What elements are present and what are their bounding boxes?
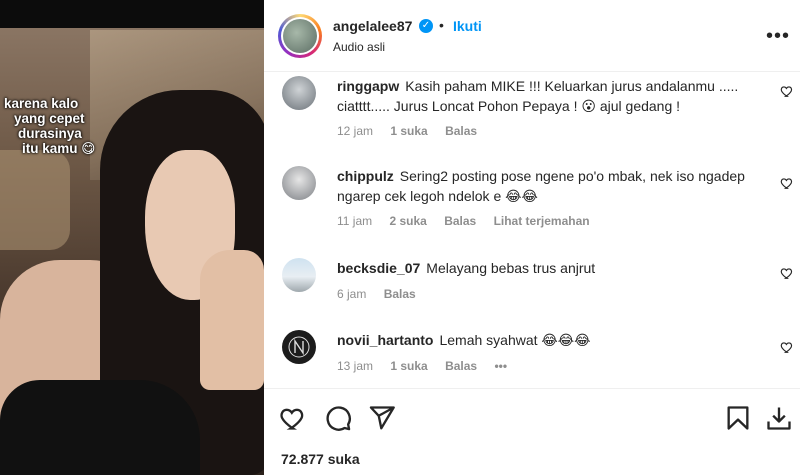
comment-meta: 6 jam Balas: [337, 287, 430, 301]
comment-avatar[interactable]: [282, 258, 316, 292]
post-media[interactable]: karena kalo yang cepet durasinya itu kam…: [0, 0, 264, 475]
media-caption-line: itu kamu 😋: [22, 141, 96, 156]
comment-bubble-icon[interactable]: [324, 404, 352, 432]
comment-likes[interactable]: 1 suka: [390, 124, 427, 138]
comment-username[interactable]: novii_hartanto: [337, 332, 433, 348]
media-top-bar: [0, 0, 264, 28]
media-hand: [200, 250, 264, 390]
monogram-logo-icon: [288, 336, 310, 358]
comment-time[interactable]: 6 jam: [337, 287, 366, 301]
verified-badge-icon: ✓: [419, 19, 433, 33]
comment-text: Melayang bebas trus anjrut: [426, 260, 596, 276]
avatar-image: [283, 19, 317, 53]
save-bookmark-icon[interactable]: [724, 404, 752, 432]
more-options-icon[interactable]: •••: [766, 26, 790, 46]
comment-username[interactable]: becksdie_07: [337, 260, 420, 276]
media-caption-line: yang cepet: [14, 111, 85, 126]
separator-dot: •: [439, 17, 444, 33]
reply-button[interactable]: Balas: [445, 124, 477, 138]
likes-count[interactable]: 72.877 suka: [281, 451, 360, 467]
comment-meta: 11 jam 2 suka Balas Lihat terjemahan: [337, 214, 604, 228]
post-header: angelalee87 ✓ • Ikuti Audio asli •••: [264, 0, 800, 72]
see-translation-button[interactable]: Lihat terjemahan: [494, 214, 590, 228]
comment-time[interactable]: 13 jam: [337, 359, 373, 373]
media-caption-line: karena kalo: [4, 96, 79, 111]
follow-button[interactable]: Ikuti: [453, 18, 482, 34]
comment-username[interactable]: chippulz: [337, 168, 394, 184]
post-actions-bar: 72.877 suka: [264, 388, 800, 475]
comment-likes[interactable]: 2 suka: [389, 214, 426, 228]
comment-meta: 12 jam 1 suka Balas: [337, 124, 491, 138]
comment-more-options-icon[interactable]: •••: [494, 359, 507, 373]
comment-likes[interactable]: 1 suka: [390, 359, 427, 373]
reply-button[interactable]: Balas: [445, 359, 477, 373]
comment-body: novii_hartanto Lemah syahwat 😂😂😂: [337, 330, 777, 350]
download-icon[interactable]: [765, 404, 793, 432]
comment-time[interactable]: 12 jam: [337, 124, 373, 138]
media-caption-line: durasinya: [18, 126, 82, 141]
comment-time[interactable]: 11 jam: [337, 214, 372, 228]
comment-username[interactable]: ringgapw: [337, 78, 399, 94]
media-dress: [0, 380, 200, 475]
reply-button[interactable]: Balas: [384, 287, 416, 301]
share-send-icon[interactable]: [368, 404, 396, 432]
like-heart-icon[interactable]: [279, 404, 307, 432]
comment-avatar[interactable]: [282, 166, 316, 200]
comment-text: Sering2 posting pose ngene po'o mbak, ne…: [337, 168, 745, 204]
comment-like-heart-icon[interactable]: [780, 340, 794, 354]
author-username[interactable]: angelalee87: [333, 18, 412, 34]
comments-list[interactable]: ringgapw Kasih paham MIKE !!! Keluarkan j…: [264, 72, 800, 388]
post-panel: angelalee87 ✓ • Ikuti Audio asli ••• rin…: [264, 0, 800, 475]
comment-like-heart-icon[interactable]: [780, 266, 794, 280]
comment-body: ringgapw Kasih paham MIKE !!! Keluarkan j…: [337, 76, 777, 116]
comment-body: chippulz Sering2 posting pose ngene po'o …: [337, 166, 777, 206]
audio-label[interactable]: Audio asli: [333, 40, 385, 54]
reply-button[interactable]: Balas: [444, 214, 476, 228]
comment-like-heart-icon[interactable]: [780, 176, 794, 190]
comment-avatar[interactable]: [282, 76, 316, 110]
comment-body: becksdie_07 Melayang bebas trus anjrut: [337, 258, 777, 278]
comment-meta: 13 jam 1 suka Balas •••: [337, 359, 521, 373]
media-caption: karena kalo yang cepet durasinya itu kam…: [2, 96, 96, 156]
media-sofa: [0, 150, 70, 250]
author-avatar[interactable]: [278, 14, 322, 58]
comment-like-heart-icon[interactable]: [780, 84, 794, 98]
comment-text: Lemah syahwat 😂😂😂: [439, 332, 591, 348]
comment-avatar[interactable]: [282, 330, 316, 364]
